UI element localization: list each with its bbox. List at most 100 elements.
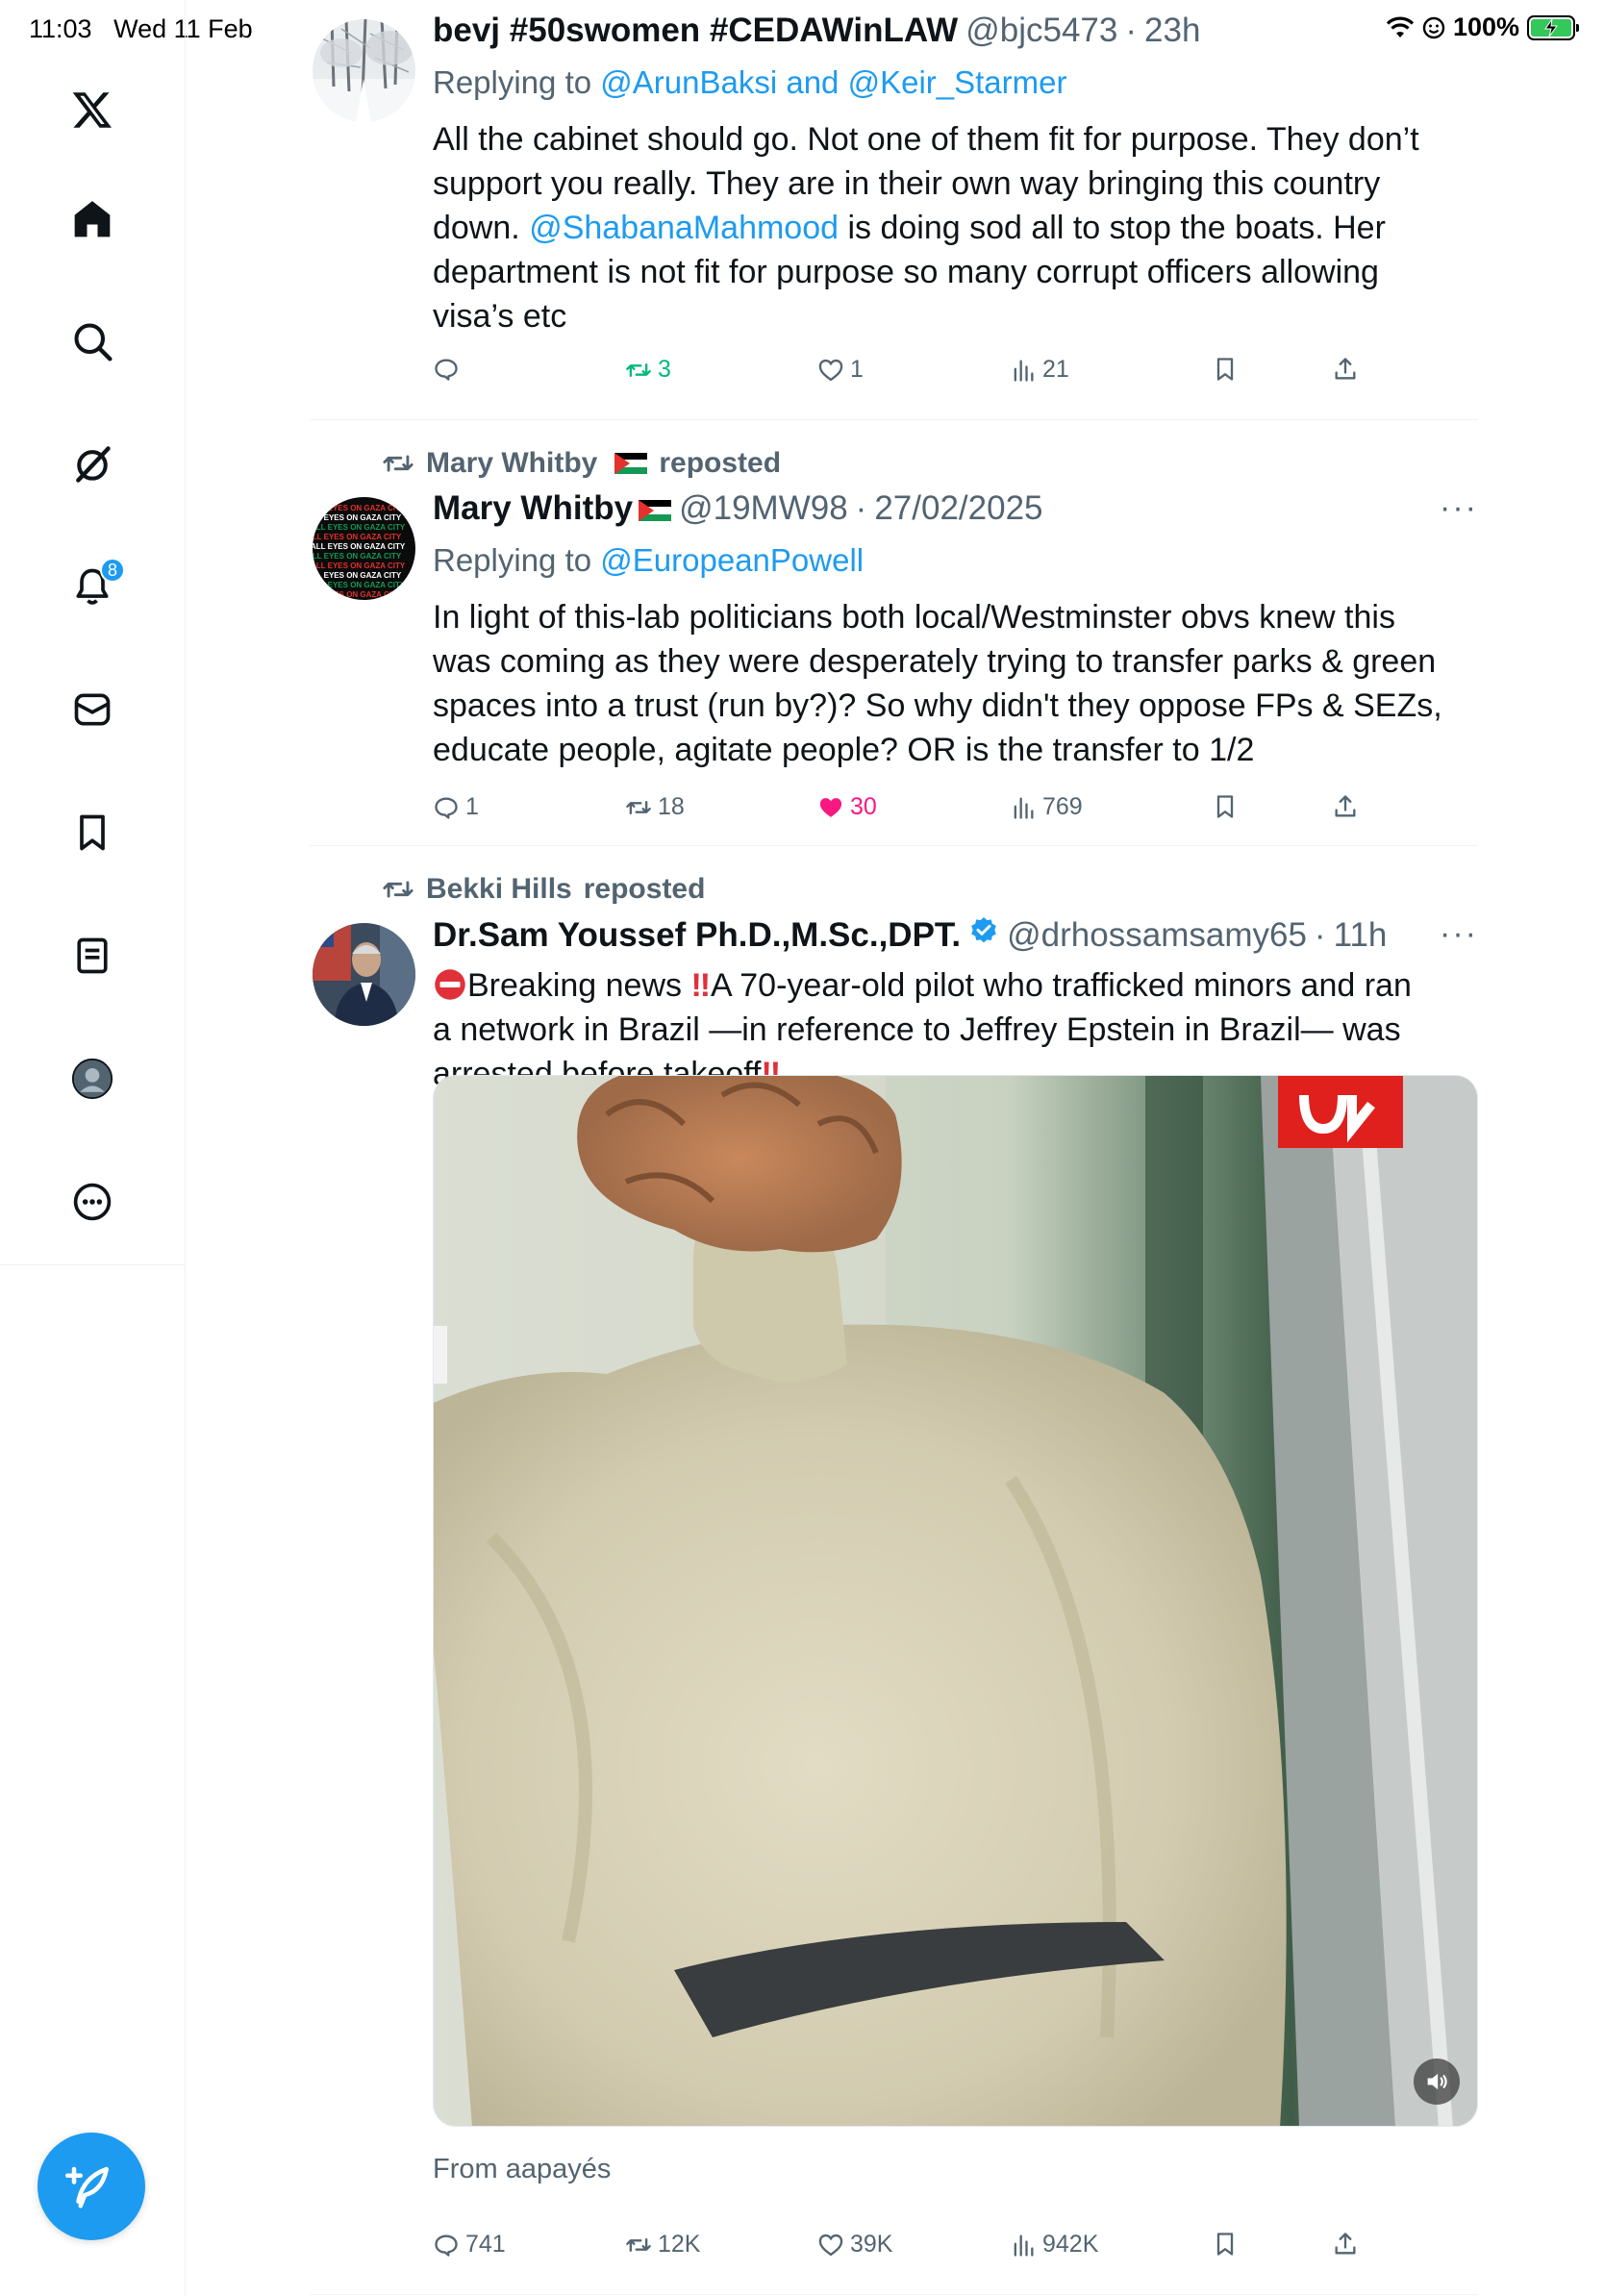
author-name[interactable]: bevj #50swomen #CEDAWinLAW (433, 12, 958, 50)
repost-button[interactable]: 18 (625, 793, 685, 821)
views-count: 769 (1042, 793, 1083, 820)
reply-button[interactable]: 1 (433, 793, 479, 821)
dot-separator: · (1125, 12, 1138, 49)
author-name[interactable]: Mary Whitby (433, 489, 672, 528)
tweet-text-line: All the cabinet should go. Not one of th… (433, 121, 1419, 158)
tweet-1[interactable]: bevj #50swomen #CEDAWinLAW @bjc5473 · 23h… (310, 0, 1478, 413)
reply-icon (435, 797, 458, 819)
author-handle[interactable]: @bjc5473 (965, 12, 1117, 50)
repost-context: Bekki Hills reposted (382, 873, 705, 906)
share-icon (1335, 795, 1356, 817)
reply-icon (435, 2234, 458, 2257)
views-icon (1014, 360, 1034, 382)
mute-button[interactable] (1414, 2059, 1460, 2105)
avatar-text: ALL EYES ON GAZA CITY (313, 523, 406, 532)
tweet-text-line: spaces into a trust (run by?)? So why di… (433, 687, 1442, 724)
search-icon[interactable] (63, 312, 121, 370)
x-logo-icon[interactable] (63, 81, 121, 138)
bookmarks-icon[interactable] (63, 804, 121, 861)
avatar-text: ALL EYES ON GAZA CITY (313, 533, 402, 541)
share-button[interactable] (1332, 356, 1359, 383)
repost-button[interactable]: 3 (625, 356, 671, 384)
tweet-time[interactable]: 23h (1144, 12, 1200, 50)
tweet-2[interactable]: Mary Whitby reposted ALL EYES ON GAZA CI… (310, 420, 1478, 843)
like-button[interactable]: 30 (817, 793, 877, 821)
tweet-header: bevj #50swomen #CEDAWinLAW @bjc5473 · 23h (433, 12, 1478, 60)
like-count: 30 (850, 793, 877, 820)
avatar[interactable] (313, 19, 415, 122)
share-button[interactable] (1332, 2231, 1359, 2258)
verified-badge-icon (971, 917, 996, 943)
lists-icon[interactable] (63, 927, 121, 985)
tweet-text-line: a network in Brazil —in reference to Jef… (433, 1011, 1401, 1048)
author-handle[interactable]: @drhossamsamy65 (1007, 916, 1307, 955)
reply-button[interactable]: 741 (433, 2231, 506, 2259)
like-count: 1 (850, 356, 864, 383)
repost-by[interactable]: Mary Whitby (426, 447, 597, 480)
avatar-text: ALL EYES ON GAZA CITY (313, 552, 402, 561)
views-icon (1014, 797, 1034, 819)
profile-icon[interactable] (63, 1050, 121, 1108)
grok-icon[interactable] (63, 436, 121, 493)
tweet-text-fragment: A 70-year-old pilot who trafficked minor… (711, 967, 1412, 1004)
avatar-text: ALL EYES ON GAZA CITY (313, 513, 402, 522)
tweet-text-line: was coming as they were desperately tryi… (433, 643, 1437, 680)
volume-muted-icon (1427, 2073, 1447, 2090)
tweet-actions: 1 18 30 769 (433, 793, 1356, 832)
views-count: 21 (1042, 356, 1069, 383)
reply-button[interactable] (433, 356, 465, 383)
avatar[interactable] (313, 923, 415, 1026)
messages-icon[interactable] (63, 681, 121, 738)
repost-button[interactable]: 12K (625, 2231, 700, 2259)
repost-label: reposted (659, 447, 782, 479)
tweet-text-line: visa’s etc (433, 298, 567, 335)
views-button[interactable]: 21 (1010, 356, 1069, 384)
bookmark-icon (1216, 795, 1234, 818)
repost-icon (383, 455, 414, 472)
replying-to-link[interactable]: @ArunBaksi and @Keir_Starmer (600, 64, 1066, 100)
more-options-button[interactable]: ··· (1440, 489, 1478, 527)
tweet-time[interactable]: 11h (1334, 916, 1388, 955)
bookmark-button[interactable] (1212, 793, 1239, 820)
tweet-time[interactable]: 27/02/2025 (874, 489, 1042, 528)
bookmark-button[interactable] (1212, 356, 1239, 383)
tweet-text-fragment: is doing sod all to stop the boats. Her (839, 210, 1386, 246)
mention-link[interactable]: @ShabanaMahmood (529, 210, 839, 246)
avatar-text: ALL EYES ON GAZA CITY (313, 590, 402, 599)
media-source[interactable]: From aapayés (433, 2154, 611, 2185)
palestine-flag-icon (639, 500, 672, 521)
like-button[interactable]: 39K (817, 2231, 892, 2259)
author-name[interactable]: Dr.Sam Youssef Ph.D.,M.Sc.,DPT. (433, 916, 961, 955)
tweet-3[interactable]: Bekki Hills reposted Dr.Sam Youssef Ph.D… (310, 846, 1478, 2296)
share-button[interactable] (1332, 793, 1359, 820)
views-button[interactable]: 769 (1010, 793, 1083, 821)
tweet-text-fragment: down. (433, 210, 530, 246)
author-handle[interactable]: @19MW98 (679, 489, 848, 528)
avatar-text: ALL EYES ON GAZA CITY (313, 542, 406, 551)
notifications-icon[interactable]: 8 (63, 558, 125, 615)
double-exclamation-emoji-icon: ‼ (690, 967, 712, 1004)
bookmark-button[interactable] (1212, 2231, 1239, 2258)
tweet-text-line: educate people, agitate people? OR is th… (433, 732, 1255, 768)
tweet-header: Mary Whitby @19MW98 · 27/02/2025 (433, 489, 1478, 537)
share-icon (1335, 2233, 1356, 2255)
palestine-flag-icon (614, 453, 648, 474)
views-button[interactable]: 942K (1010, 2231, 1098, 2259)
tweet-text-line: Breaking news ‼A 70-year-old pilot who t… (433, 963, 1478, 1008)
replying-to-link[interactable]: @EuropeanPowell (600, 542, 864, 578)
home-icon[interactable] (63, 190, 121, 248)
repost-count: 3 (658, 356, 671, 383)
repost-by[interactable]: Bekki Hills (426, 873, 572, 906)
more-options-button[interactable]: ··· (1440, 915, 1478, 953)
repost-icon (626, 800, 651, 814)
reply-count: 741 (465, 2231, 506, 2258)
avatar[interactable]: ALL EYES ON GAZA CITY ALL EYES ON GAZA C… (313, 497, 415, 600)
replying-to-label: Replying to (433, 64, 592, 100)
tweet-video[interactable] (433, 1075, 1478, 2127)
like-button[interactable]: 1 (817, 356, 864, 384)
bookmark-icon (1216, 358, 1234, 381)
compose-button[interactable] (38, 2133, 145, 2240)
avatar-text: ALL EYES ON GAZA CITY (313, 581, 406, 589)
more-icon[interactable] (63, 1173, 121, 1231)
bookmark-icon (1216, 2233, 1234, 2256)
